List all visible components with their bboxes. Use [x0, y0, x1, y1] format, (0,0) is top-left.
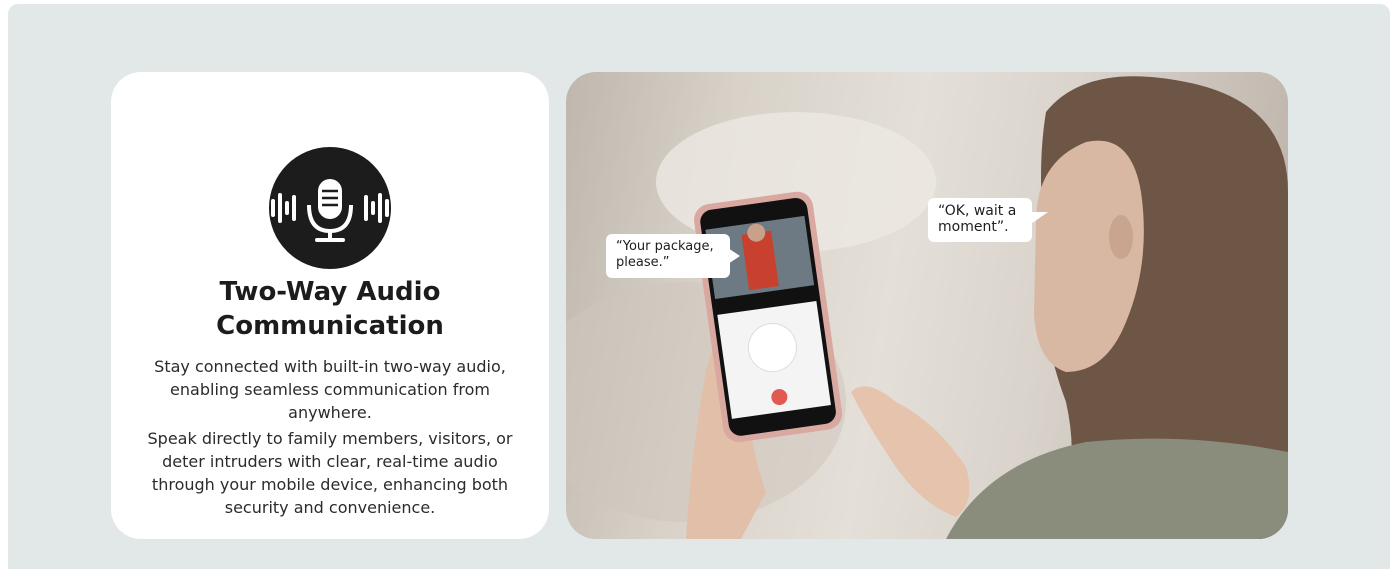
feature-description-1: Stay connected with built-in two-way aud…	[154, 357, 506, 422]
feature-title-line-2: Communication	[216, 311, 444, 341]
visitor-speech-bubble: “Your package, please.”	[606, 234, 740, 278]
feature-title-line-1: Two-Way Audio	[219, 277, 441, 307]
user-speech-bubble: “OK, wait a moment”.	[928, 198, 1048, 242]
feature-title: Two-Way Audio Communication	[111, 275, 549, 343]
microphone-icon	[269, 147, 391, 269]
feature-description-2: Speak directly to family members, visito…	[147, 429, 513, 517]
lifestyle-photo: “Your package, please.” “OK, wait a mome…	[566, 72, 1288, 539]
feature-card: Two-Way Audio Communication Stay connect…	[111, 72, 549, 539]
photo-illustration	[566, 76, 1288, 539]
